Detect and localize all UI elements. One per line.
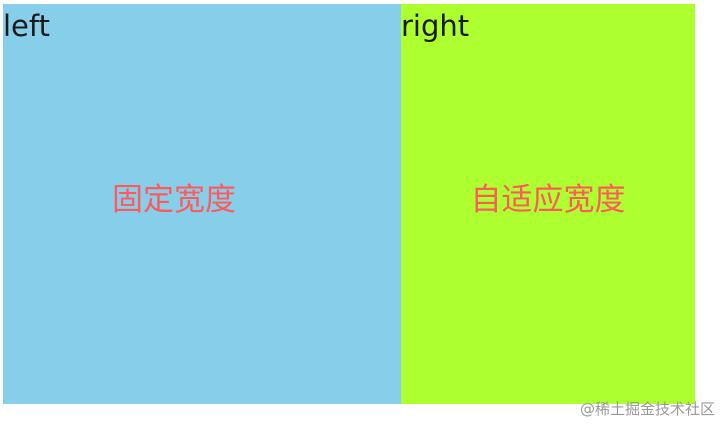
right-panel-label: right [401, 9, 470, 43]
left-panel: left 固定宽度 [3, 4, 401, 404]
right-panel-caption: 自适应宽度 [470, 182, 626, 218]
left-panel-label: left [3, 9, 50, 43]
left-panel-caption: 固定宽度 [112, 182, 236, 218]
watermark: @稀土掘金技术社区 [579, 400, 715, 418]
right-panel: right 自适应宽度 [401, 4, 695, 404]
